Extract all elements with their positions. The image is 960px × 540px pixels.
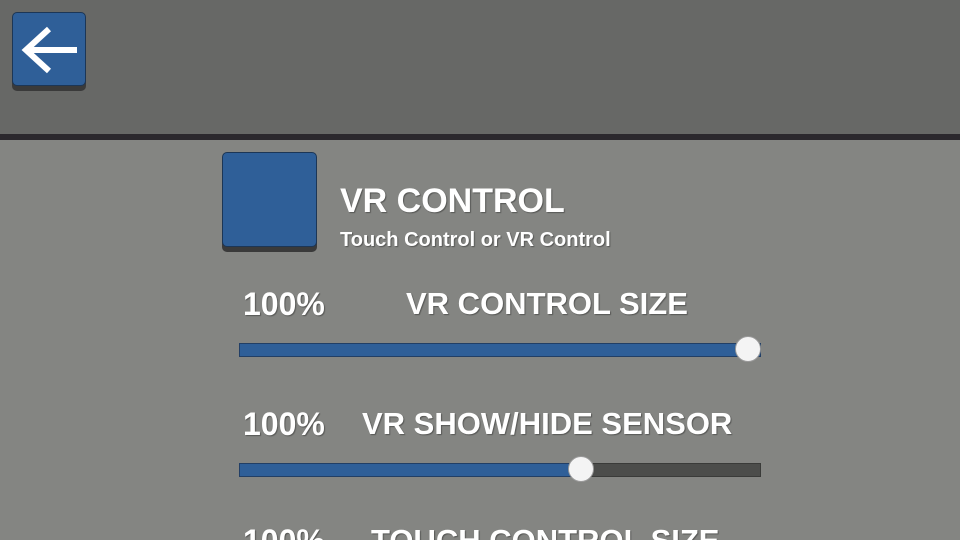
vr-show-hide-sensor-value: 100% [243,406,325,442]
arrow-left-icon [21,26,77,74]
back-button[interactable] [12,12,86,86]
vr-control-toggle[interactable] [222,152,317,247]
touch-control-size-label: TOUCH CONTROL SIZE [371,523,719,540]
top-bar-divider [0,134,960,140]
slider-handle[interactable] [568,456,594,482]
vr-control-size-slider[interactable] [239,336,761,362]
touch-control-size-value: 100% [243,523,325,540]
vr-show-hide-sensor-slider[interactable] [239,456,761,482]
vr-show-hide-sensor-label: VR SHOW/HIDE SENSOR [362,406,733,441]
top-bar [0,0,960,134]
slider-fill [239,343,761,357]
slider-fill [239,463,581,477]
vr-control-title: VR CONTROL [340,182,565,220]
vr-control-size-label: VR CONTROL SIZE [406,286,688,321]
vr-control-size-value: 100% [243,286,325,322]
slider-handle[interactable] [735,336,761,362]
vr-control-subtitle: Touch Control or VR Control [340,229,611,251]
